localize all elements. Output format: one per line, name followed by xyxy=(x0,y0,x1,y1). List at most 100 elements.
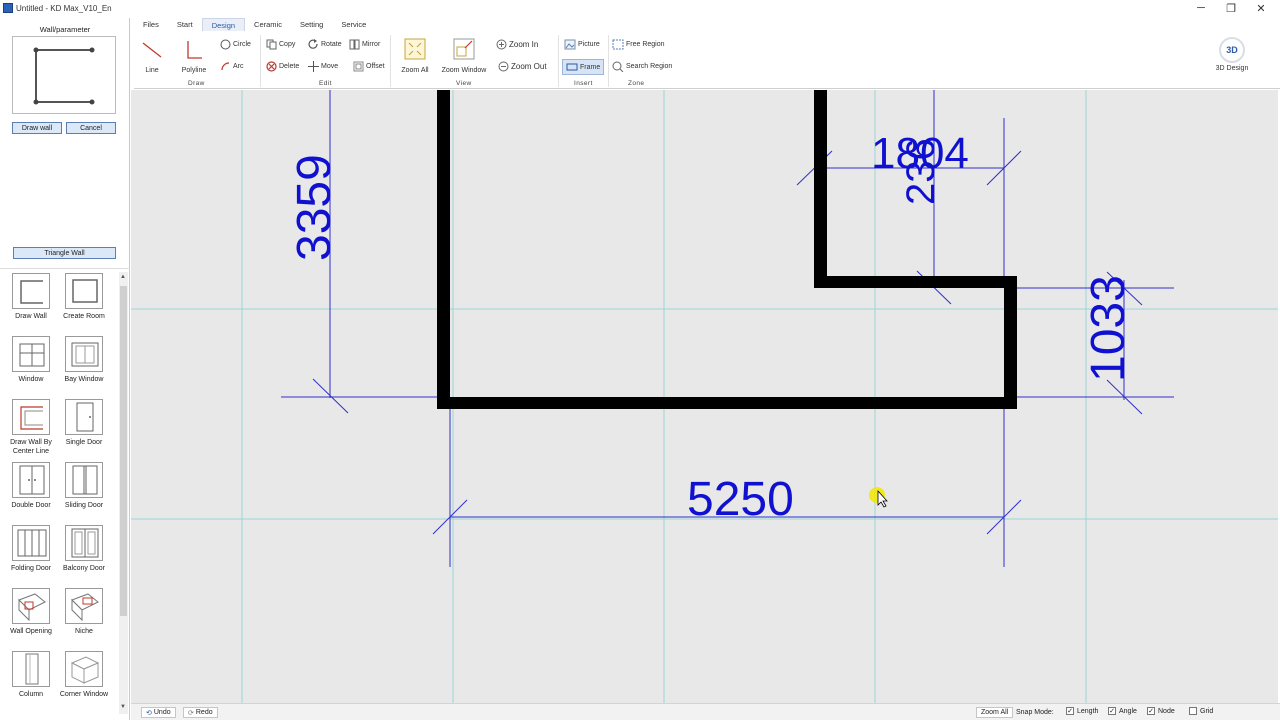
tool-column[interactable]: Column xyxy=(5,651,57,699)
tool-sliding-door[interactable]: Sliding Door xyxy=(58,462,110,510)
cursor-pointer-icon xyxy=(869,487,888,508)
polyline-button[interactable]: Polyline xyxy=(178,39,210,74)
tab-files[interactable]: Files xyxy=(134,18,168,31)
redo-button[interactable]: ⟳ Redo xyxy=(183,707,218,718)
zoom-out-button[interactable]: Zoom Out xyxy=(498,61,547,72)
folding-door-icon xyxy=(12,525,50,561)
zoom-window-icon xyxy=(453,38,475,60)
view-group-label: View xyxy=(456,80,472,87)
zoom-window-button[interactable]: Zoom Window xyxy=(438,38,490,74)
ribbon: Line Polyline Circle Arc Draw Copy Rotat… xyxy=(134,31,1280,89)
window-title: Untitled - KD Max_V10_En xyxy=(16,3,112,13)
line-button[interactable]: Line xyxy=(138,39,166,74)
tool-draw-wall[interactable]: Draw Wall xyxy=(5,273,57,321)
drawing-canvas[interactable]: 3359 5250 1033 1804 236 xyxy=(131,90,1278,703)
title-bar: Untitled - KD Max_V10_En xyxy=(0,0,1280,16)
floor-plan-svg[interactable]: 3359 5250 1033 1804 236 xyxy=(131,90,1278,703)
scrollbar-thumb[interactable] xyxy=(120,286,127,616)
panel-title: Wall/parameter xyxy=(39,25,91,34)
tool-single-door[interactable]: Single Door xyxy=(58,399,110,447)
undo-button[interactable]: ⟲ Undo xyxy=(141,707,176,718)
tool-balcony-door[interactable]: Balcony Door xyxy=(58,525,110,573)
circle-button[interactable]: Circle xyxy=(220,39,251,50)
tool-label: Draw Wall By Center Line xyxy=(10,439,52,455)
tab-setting[interactable]: Setting xyxy=(291,18,332,31)
cancel-button[interactable]: Cancel xyxy=(66,122,116,134)
tab-design[interactable]: Design xyxy=(201,18,246,31)
draw-wall-button[interactable]: Draw wall xyxy=(12,122,62,134)
tool-corner-window[interactable]: Corner Window xyxy=(58,651,110,699)
delete-label: Delete xyxy=(279,63,300,70)
tab-start[interactable]: Start xyxy=(168,18,202,31)
restore-button[interactable]: ❐ xyxy=(1216,0,1246,16)
rotate-button[interactable]: Rotate xyxy=(308,39,342,50)
mirror-button[interactable]: Mirror xyxy=(349,39,380,50)
tool-niche[interactable]: Niche xyxy=(58,588,110,636)
snap-mode-label: Snap Mode: xyxy=(1016,709,1054,716)
wall-preview xyxy=(12,36,116,114)
dimension-1033[interactable]: 1033 xyxy=(1082,275,1135,382)
grid-toggle[interactable]: Grid xyxy=(1189,707,1213,715)
search-region-button[interactable]: Search Region xyxy=(612,61,672,72)
tool-bay-window[interactable]: Bay Window xyxy=(58,336,110,384)
picture-button[interactable]: Picture xyxy=(564,39,600,50)
rotate-icon xyxy=(308,39,318,49)
delete-icon xyxy=(266,61,277,72)
zoom-window-label: Zoom Window xyxy=(441,67,487,74)
arc-label: Arc xyxy=(233,63,244,70)
dimension-3359[interactable]: 3359 xyxy=(288,154,341,261)
left-panel: Wall/parameter Draw wall Cancel Triangle… xyxy=(0,18,130,720)
move-button[interactable]: Move xyxy=(308,61,338,72)
tab-service[interactable]: Service xyxy=(332,18,375,31)
length-checkbox[interactable]: ✓ xyxy=(1066,707,1074,715)
mirror-icon xyxy=(349,39,360,50)
3d-design-button[interactable]: 3D 3D Design xyxy=(1212,37,1252,72)
3d-design-label: 3D Design xyxy=(1215,65,1249,72)
zone-group-label: Zone xyxy=(628,80,645,87)
window-icon xyxy=(12,336,50,372)
zoom-all-button[interactable]: Zoom All xyxy=(398,38,432,74)
tool-label: Column xyxy=(18,691,44,698)
bay-window-icon xyxy=(65,336,103,372)
grid-checkbox[interactable] xyxy=(1189,707,1197,715)
tool-double-door[interactable]: Double Door xyxy=(5,462,57,510)
copy-button[interactable]: Copy xyxy=(266,39,295,50)
zoom-in-button[interactable]: Zoom In xyxy=(496,39,538,50)
tool-wall-opening[interactable]: Wall Opening xyxy=(5,588,57,636)
node-checkbox[interactable]: ✓ xyxy=(1147,707,1155,715)
node-toggle[interactable]: ✓ Node xyxy=(1147,707,1175,715)
length-toggle[interactable]: ✓ Length xyxy=(1066,707,1098,715)
scroll-down-icon[interactable]: ▼ xyxy=(120,704,126,710)
redo-icon: ⟳ xyxy=(188,709,194,717)
free-region-button[interactable]: Free Region xyxy=(612,39,665,50)
triangle-wall-button[interactable]: Triangle Wall xyxy=(13,247,116,259)
angle-toggle[interactable]: ✓ Angle xyxy=(1108,707,1137,715)
copy-label: Copy xyxy=(279,41,296,48)
close-button[interactable]: ✕ xyxy=(1246,0,1276,16)
search-region-label: Search Region xyxy=(626,63,673,70)
niche-icon xyxy=(65,588,103,624)
line-label: Line xyxy=(145,67,159,74)
tool-create-room[interactable]: Create Room xyxy=(58,273,110,321)
circle-icon xyxy=(220,39,231,50)
dimension-5250[interactable]: 5250 xyxy=(687,473,794,526)
tool-window[interactable]: Window xyxy=(5,336,57,384)
tool-folding-door[interactable]: Folding Door xyxy=(5,525,57,573)
rotate-label: Rotate xyxy=(321,41,342,48)
frame-button[interactable]: Frame xyxy=(562,59,605,75)
arc-button[interactable]: Arc xyxy=(220,61,244,72)
tool-scrollbar[interactable]: ▲ ▼ xyxy=(119,272,128,714)
angle-checkbox[interactable]: ✓ xyxy=(1108,707,1116,715)
polyline-icon xyxy=(187,41,202,59)
dimension-236[interactable]: 236 xyxy=(899,138,943,205)
tool-draw-wall-by-center-line[interactable]: Draw Wall By Center Line xyxy=(5,399,57,456)
status-zoom-all-button[interactable]: Zoom All xyxy=(976,707,1014,718)
minimize-button[interactable]: ─ xyxy=(1186,0,1216,16)
scroll-up-icon[interactable]: ▲ xyxy=(120,274,126,280)
tool-label: Sliding Door xyxy=(64,502,104,509)
free-region-icon xyxy=(612,39,624,50)
double-door-icon xyxy=(12,462,50,498)
offset-button[interactable]: Offset xyxy=(353,61,385,72)
tab-ceramic[interactable]: Ceramic xyxy=(245,18,291,31)
delete-button[interactable]: Delete xyxy=(266,61,299,72)
